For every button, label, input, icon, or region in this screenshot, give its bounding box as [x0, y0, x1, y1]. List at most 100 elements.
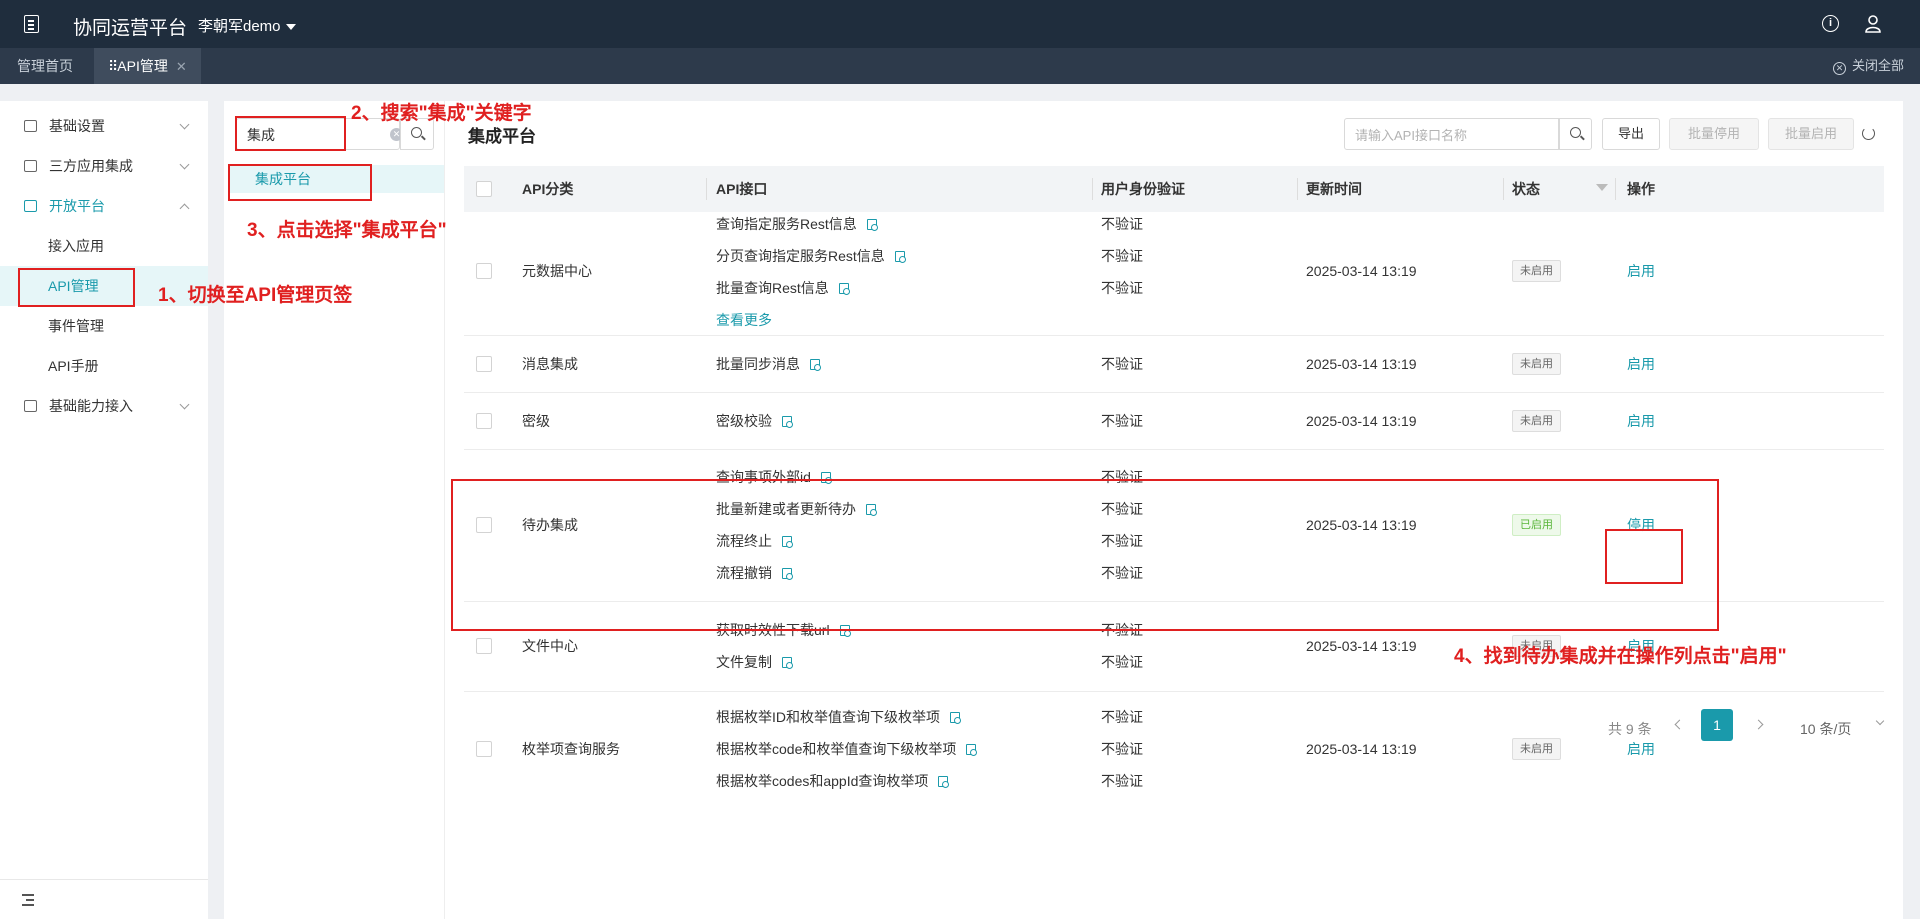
capability-icon	[24, 400, 37, 412]
status-badge: 未启用	[1512, 353, 1561, 375]
tab-home[interactable]: 管理首页	[0, 48, 90, 84]
user-name: 李朝军demo	[198, 18, 281, 35]
api-label: 根据枚举code和枚举值查询下级枚举项	[716, 741, 957, 757]
close-circle-icon: ✕	[1832, 62, 1846, 75]
update-time: 2025-03-14 13:19	[1306, 638, 1417, 654]
update-time: 2025-03-14 13:19	[1306, 263, 1417, 279]
table-header: API分类 API接口 用户身份验证 更新时间 状态 操作	[464, 166, 1884, 212]
tab-label: 管理首页	[17, 58, 73, 74]
api-doc-icon[interactable]	[950, 712, 961, 724]
export-button[interactable]: 导出	[1602, 118, 1660, 150]
sidebar-group-open-platform[interactable]: 开放平台	[0, 186, 208, 226]
table-row: 密级 密级校验 不验证 2025-03-14 13:19 未启用 启用	[464, 393, 1884, 450]
table-row: 枚举项查询服务 根据枚举ID和枚举值查询下级枚举项 根据枚举code和枚举值查询…	[464, 692, 1884, 809]
api-search-button[interactable]	[1559, 118, 1592, 150]
sidebar-item-event-management[interactable]: 事件管理	[0, 306, 208, 346]
row-checkbox[interactable]	[476, 413, 492, 429]
api-doc-icon[interactable]	[810, 359, 821, 371]
api-doc-icon[interactable]	[782, 657, 793, 669]
api-doc-icon[interactable]	[866, 219, 878, 231]
document-icon[interactable]	[24, 15, 39, 33]
menu-line	[22, 904, 34, 906]
api-name: 查询指定服务Rest信息	[716, 214, 878, 234]
info-icon[interactable]: i	[1822, 15, 1839, 32]
chevron-down-icon	[179, 399, 190, 410]
sidebar-group-third-party[interactable]: 三方应用集成	[0, 146, 208, 186]
enable-link[interactable]: 启用	[1627, 354, 1655, 374]
page-size-select[interactable]: 10 条/页	[1800, 719, 1851, 739]
annotation-box-todo-row	[451, 479, 1719, 631]
batch-enable-button[interactable]: 批量启用	[1768, 118, 1854, 150]
sidebar-item-access-app[interactable]: 接入应用	[0, 226, 208, 266]
top-bar: 协同运营平台 李朝军demo i	[0, 0, 1920, 48]
api-search-input[interactable]	[1355, 126, 1545, 144]
api-category: 密级	[522, 413, 550, 429]
select-all-checkbox[interactable]	[476, 181, 492, 197]
row-checkbox[interactable]	[476, 741, 492, 757]
annotation-box-search	[235, 116, 346, 151]
api-doc-icon[interactable]	[894, 251, 906, 263]
filter-icon[interactable]	[1596, 184, 1608, 191]
auth-value: 不验证	[1101, 654, 1143, 670]
close-all-button[interactable]: ✕ 关闭全部	[1832, 48, 1904, 84]
sidebar-group-label: 基础能力接入	[49, 398, 133, 414]
drag-handle-icon: ⠿	[108, 58, 118, 74]
annotation-step3: 3、点击选择"集成平台"	[247, 220, 447, 241]
row-checkbox[interactable]	[476, 638, 492, 654]
annotation-step4: 4、找到待办集成并在操作列点击"启用"	[1454, 646, 1787, 667]
tab-api-management[interactable]: ⠿API管理 ✕	[94, 48, 201, 84]
annotation-box-tree-item	[228, 164, 372, 201]
tab-label: API管理	[117, 58, 168, 74]
annotation-step1: 1、切换至API管理页签	[158, 285, 353, 306]
enable-link[interactable]: 启用	[1627, 411, 1655, 431]
api-doc-icon[interactable]	[838, 283, 850, 295]
chevron-up-icon	[179, 203, 190, 214]
auth-value: 不验证	[1101, 741, 1143, 757]
sidebar-group-capability[interactable]: 基础能力接入	[0, 386, 208, 426]
refresh-icon[interactable]	[1862, 127, 1875, 140]
user-icon[interactable]	[1864, 14, 1882, 33]
auth-value: 不验证	[1101, 216, 1143, 232]
close-icon[interactable]: ✕	[176, 59, 187, 74]
update-time: 2025-03-14 13:19	[1306, 413, 1417, 429]
enable-link[interactable]: 启用	[1627, 261, 1655, 281]
api-name: 根据枚举ID和枚举值查询下级枚举项	[716, 707, 961, 727]
table-row: 消息集成 批量同步消息 不验证 2025-03-14 13:19 未启用 启用	[464, 336, 1884, 393]
api-label: 批量同步消息	[716, 356, 800, 372]
see-more-link[interactable]: 查看更多	[716, 310, 772, 330]
api-category: 元数据中心	[522, 263, 592, 279]
api-category: 文件中心	[522, 638, 578, 654]
close-all-label: 关闭全部	[1851, 58, 1904, 73]
batch-disable-button[interactable]: 批量停用	[1669, 118, 1759, 150]
sidebar-group-basic-settings[interactable]: 基础设置	[0, 106, 208, 146]
api-doc-icon[interactable]	[938, 776, 950, 788]
status-badge: 未启用	[1512, 738, 1561, 760]
chevron-down-icon	[179, 159, 190, 170]
row-checkbox[interactable]	[476, 263, 492, 279]
enable-link[interactable]: 启用	[1627, 739, 1655, 759]
caret-down-icon	[285, 24, 296, 31]
row-checkbox[interactable]	[476, 356, 492, 372]
column-divider	[1092, 178, 1093, 200]
chevron-down-icon	[179, 119, 190, 130]
column-header: API接口	[716, 181, 768, 197]
update-time: 2025-03-14 13:19	[1306, 356, 1417, 372]
auth-value: 不验证	[1101, 248, 1143, 264]
collapse-menu-button[interactable]	[0, 879, 208, 919]
sidebar-item-api-manual[interactable]: API手册	[0, 346, 208, 386]
user-menu[interactable]: 李朝军demo	[198, 15, 296, 36]
status-badge: 未启用	[1512, 260, 1561, 282]
annotation-box-action	[1605, 529, 1683, 584]
api-label: 密级校验	[716, 413, 772, 429]
column-header: 更新时间	[1306, 181, 1362, 197]
update-time: 2025-03-14 13:19	[1306, 741, 1417, 757]
api-label: 分页查询指定服务Rest信息	[716, 248, 885, 264]
api-label: 批量查询Rest信息	[716, 280, 829, 296]
monitor-icon	[24, 200, 37, 212]
api-label: 文件复制	[716, 654, 772, 670]
api-doc-icon[interactable]	[782, 416, 793, 428]
page-number-button[interactable]: 1	[1701, 709, 1733, 741]
api-doc-icon[interactable]	[966, 744, 978, 756]
api-label: 根据枚举ID和枚举值查询下级枚举项	[716, 709, 940, 725]
search-icon	[1570, 127, 1581, 138]
